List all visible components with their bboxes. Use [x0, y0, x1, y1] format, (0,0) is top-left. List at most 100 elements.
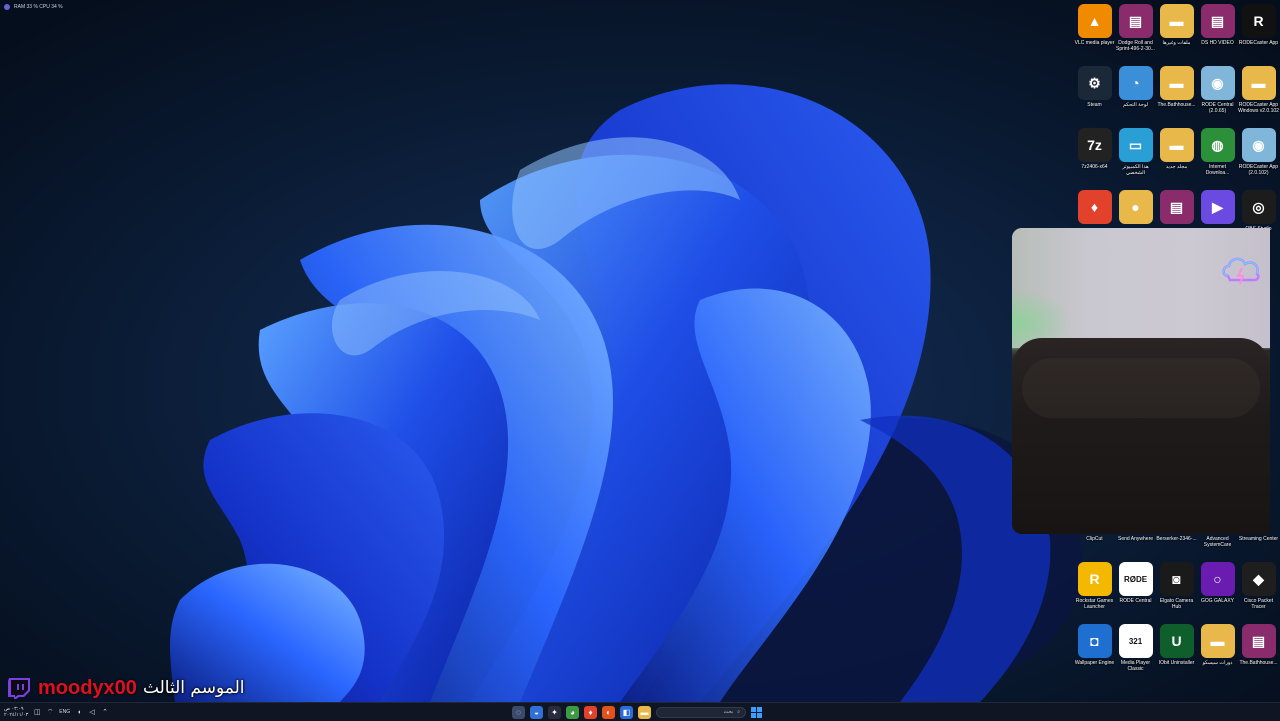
desktop-icon[interactable]: 7z 7z2406-x64: [1074, 126, 1115, 188]
store-icon[interactable]: ◧: [620, 705, 633, 719]
desktop-icon-label: هذا الكمبيوتر الشخصي: [1122, 164, 1149, 176]
iobit-icon: U: [1159, 624, 1194, 658]
search-placeholder: بحث: [723, 709, 734, 715]
folder-icon: ▬: [1159, 4, 1194, 38]
desktop-icon-label: RODE Central: [1119, 598, 1152, 604]
desktop-icon[interactable]: ◔ لوحة التحكم: [1115, 64, 1156, 126]
desktop-icon[interactable]: ▬ ملفات وغيرها: [1156, 2, 1197, 64]
desktop-icon-label: Streaming Center: [1238, 536, 1279, 542]
desktop-icon[interactable]: ▤ The.Bathhouse...: [1238, 622, 1279, 684]
desktop-icon[interactable]: ⚙ Steam: [1074, 64, 1115, 126]
neon-cloud-sign: [1222, 257, 1260, 285]
brave-icon: ♦: [1077, 190, 1112, 224]
desktop-icon[interactable]: ◆ Cisco Packet Tracer: [1238, 560, 1279, 622]
user-folder-icon: ●: [1118, 190, 1153, 224]
7zip-icon: 7z: [1077, 128, 1112, 162]
desktop-icon[interactable]: ▭ هذا الكمبيوتر الشخصي: [1115, 126, 1156, 188]
twitch-icon: [8, 678, 30, 699]
season-title: الموسم الثالث: [142, 678, 245, 698]
desktop-icon-label: RODE Central (2.0.65): [1201, 102, 1234, 114]
webcam-overlay: [1012, 228, 1270, 534]
copilot-icon[interactable]: ◌: [512, 705, 525, 719]
desktop-icon-label: The.Bathhouse...: [1239, 660, 1278, 666]
desktop-icon[interactable]: ○ GOG GALAXY: [1197, 560, 1238, 622]
language-indicator[interactable]: ENG: [59, 709, 70, 715]
desktop-icon-label: Berserker-2346-...: [1156, 536, 1197, 542]
mpc-icon: 321: [1118, 624, 1153, 658]
firefox-icon[interactable]: ◐: [602, 705, 615, 719]
desktop-icon-label: Cisco Packet Tracer: [1243, 598, 1274, 610]
system-tray: ٠٣:٠٩ ص ٢٠٢٤/١١/٠٣ ◫ ⌔ ENG ◖ ◁ ⌃: [4, 704, 109, 720]
gog-icon: ○: [1200, 562, 1235, 596]
rode-central-icon: RØDE: [1118, 562, 1153, 596]
notification-icon[interactable]: ◫: [33, 708, 41, 716]
desktop-icon[interactable]: ▤ DS HD VIDEO: [1197, 2, 1238, 64]
folder-icon: ▬: [1159, 128, 1194, 162]
desktop-icon-label: Dodge Roll and Sprint-496-2-30...: [1116, 40, 1155, 52]
desktop-icon[interactable]: ◉ RODE Central (2.0.65): [1197, 64, 1238, 126]
desktop-icon-label: Send Anywhere: [1117, 536, 1154, 542]
desktop-icon[interactable]: ◍ Internet Downloa...: [1197, 126, 1238, 188]
desktop-icon[interactable]: R Rockstar Games Launcher: [1074, 560, 1115, 622]
winrar-icon: ▤: [1200, 4, 1235, 38]
desktop-icon[interactable]: U IObit Uninstaller: [1156, 622, 1197, 684]
edge-icon[interactable]: ◒: [530, 705, 543, 719]
taskbar-search[interactable]: بحث ⌕: [656, 706, 746, 718]
desktop-icon-label: لوحة التحكم: [1122, 102, 1148, 108]
folder-icon: ▬: [1241, 66, 1276, 100]
streamer-name: moodyx00: [38, 676, 137, 699]
desktop-icon[interactable]: ▲ VLC media player: [1074, 2, 1115, 64]
elgato-icon: ◙: [1159, 562, 1194, 596]
explorer-icon[interactable]: ▬: [638, 705, 651, 719]
desktop-icon-label: Media Player Classic: [1120, 660, 1151, 672]
system-monitor: RAM 33 % CPU 34 %: [4, 2, 63, 12]
desktop-icon[interactable]: ◉ RODECaster App (2.0.102): [1238, 126, 1279, 188]
windows-logo-icon: [751, 706, 756, 712]
disc-icon: ◉: [1241, 128, 1276, 162]
chevron-up-icon[interactable]: ⌃: [101, 708, 109, 716]
monitor-icon: [4, 4, 10, 10]
desktop-icon-label: VLC media player: [1074, 40, 1115, 46]
play-icon: ▶: [1200, 190, 1235, 224]
chatgpt-icon[interactable]: ✦: [548, 705, 561, 719]
disc-icon: ◉: [1200, 66, 1235, 100]
desktop-icon-label: Rockstar Games Launcher: [1075, 598, 1114, 610]
winrar-icon: ▤: [1159, 190, 1194, 224]
desktop-icon[interactable]: ▬ RODECaster App Windows v2.0.102: [1238, 64, 1279, 126]
microphone-icon[interactable]: ◖: [75, 709, 83, 716]
brave-icon[interactable]: ♦: [584, 705, 597, 719]
desktop-icon-label: RODECaster App: [1238, 40, 1279, 46]
start-button[interactable]: [751, 706, 762, 718]
computer-icon: ▭: [1118, 128, 1153, 162]
desktop-icon-label: Steam: [1087, 102, 1102, 108]
desktop-icon[interactable]: 321 Media Player Classic: [1115, 622, 1156, 684]
streamer-overlay: moodyx00 الموسم الثالث: [6, 676, 245, 700]
search-icon: ⌕: [737, 709, 740, 715]
taskbar-clock[interactable]: ٠٣:٠٩ ص ٢٠٢٤/١١/٠٣: [4, 706, 28, 718]
pinned-apps: ◌ ◒ ✦ ◕ ♦ ◐ ◧ ▬: [512, 705, 651, 719]
rockstar-icon: R: [1077, 562, 1112, 596]
chrome-icon[interactable]: ◕: [566, 705, 579, 719]
desktop-icon[interactable]: RØDE RODE Central: [1115, 560, 1156, 622]
desktop-icon-label: Advanced SystemCare: [1203, 536, 1232, 548]
wifi-icon[interactable]: ⌔: [46, 708, 54, 717]
desktop-icon-label: ملفات وغيرها: [1162, 40, 1191, 46]
desktop-icon-label: RODECaster App Windows v2.0.102: [1238, 102, 1279, 114]
desktop-icon-label: مجلد جديد: [1165, 164, 1188, 170]
clock-date: ٢٠٢٤/١١/٠٣: [4, 712, 29, 718]
desktop-icon[interactable]: ◘ Wallpaper Engine: [1074, 622, 1115, 684]
obs-icon: ◎: [1241, 190, 1276, 224]
winrar-icon: ▤: [1241, 624, 1276, 658]
desktop-icon[interactable]: ▬ The.Bathhouse...: [1156, 64, 1197, 126]
idm-icon: ◍: [1200, 128, 1235, 162]
desktop-icon[interactable]: ◙ Elgato Camera Hub: [1156, 560, 1197, 622]
cisco-icon: ◆: [1241, 562, 1276, 596]
volume-icon[interactable]: ◁: [88, 708, 96, 716]
webcam-couch: [1012, 338, 1270, 534]
desktop-icon[interactable]: R RODECaster App: [1238, 2, 1279, 64]
desktop-icon[interactable]: ▤ Dodge Roll and Sprint-496-2-30...: [1115, 2, 1156, 64]
desktop-icon[interactable]: ▬ مجلد جديد: [1156, 126, 1197, 188]
desktop-icon[interactable]: ▬ دورات سيسكو: [1197, 622, 1238, 684]
rodecaster-icon: R: [1241, 4, 1276, 38]
folder-icon: ▬: [1200, 624, 1235, 658]
